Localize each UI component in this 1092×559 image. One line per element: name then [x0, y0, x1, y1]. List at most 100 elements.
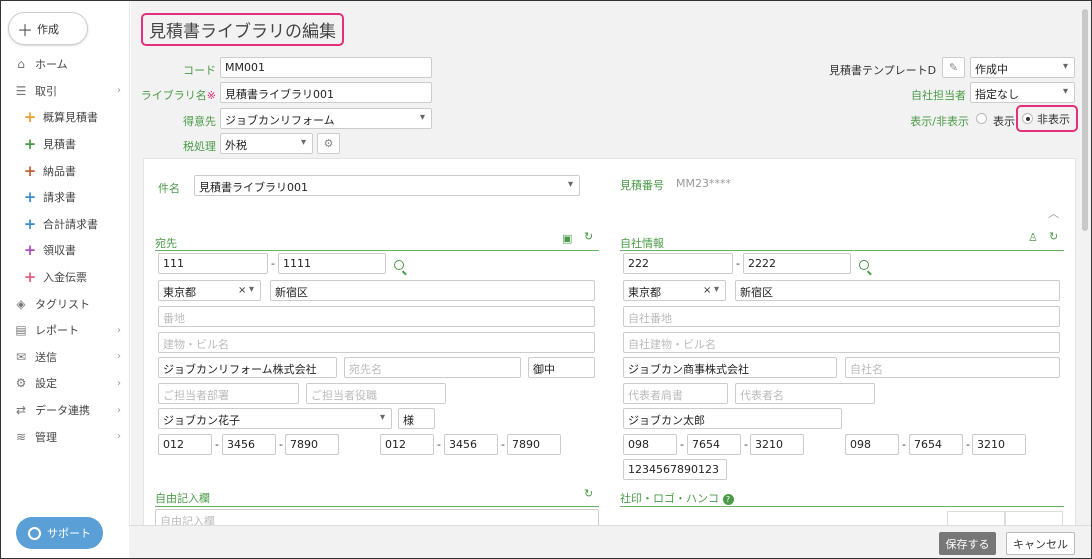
customer-select[interactable]: ジョブカンリフォーム	[220, 108, 432, 129]
chevron-right-icon: ›	[117, 431, 121, 443]
dest-city-input[interactable]: 新宿区	[270, 280, 595, 301]
own-fax2-input[interactable]: 7654	[909, 434, 963, 455]
dest-person-honorific-input[interactable]: 様	[398, 408, 435, 429]
tax-select[interactable]: 外税	[220, 133, 313, 154]
own-address-input[interactable]: 自社番地	[623, 306, 1060, 327]
radio-hide[interactable]	[1022, 113, 1033, 124]
zip-separator: -	[271, 257, 275, 270]
clear-icon[interactable]: ×	[703, 285, 711, 296]
status-select[interactable]: 作成中	[970, 57, 1075, 78]
collapse-icon[interactable]: ︿	[1048, 205, 1059, 221]
sidebar-item-receipt[interactable]: + 領収書	[1, 237, 130, 264]
create-button[interactable]: ＋ 作成	[8, 12, 88, 45]
dest-building-input[interactable]: 建物・ビル名	[158, 332, 595, 353]
help-icon[interactable]: ?	[722, 494, 734, 505]
sidebar-item-invoice[interactable]: + 請求書	[1, 184, 130, 211]
dest-company-input[interactable]: ジョブカンリフォーム株式会社	[158, 357, 337, 378]
dest-fax2-input[interactable]: 3456	[444, 434, 498, 455]
address-card-icon[interactable]: ▣	[562, 232, 572, 245]
sidebar-item-label: データ連携	[35, 404, 90, 418]
dest-name-input[interactable]: 宛先名	[344, 357, 521, 378]
gear-icon: ⚙	[15, 376, 27, 391]
tag-icon: ◈	[16, 296, 26, 311]
sidebar-item-admin[interactable]: ≋ 管理 ›	[1, 423, 130, 450]
visibility-hide-highlight: 非表示	[1016, 105, 1078, 132]
sidebar-item-delivery[interactable]: + 納品書	[1, 157, 130, 184]
plus-icon: +	[23, 268, 37, 287]
scrollbar-thumb[interactable]	[1082, 9, 1088, 231]
sidebar-item-data-sync[interactable]: ⇄ データ連携 ›	[1, 397, 130, 424]
own-rep-input[interactable]: ジョブカン太郎	[623, 408, 842, 429]
own-city-input[interactable]: 新宿区	[735, 280, 1060, 301]
sidebar-item-estimate[interactable]: + 見積書	[1, 131, 130, 158]
owner-select[interactable]: 指定なし	[970, 82, 1075, 103]
own-building-input[interactable]: 自社建物・ビル名	[623, 332, 1060, 353]
template-label: 見積書テンプレートD	[829, 64, 937, 77]
dest-zip2-input[interactable]: 1111	[278, 253, 386, 274]
search-icon[interactable]	[859, 260, 869, 270]
subject-select[interactable]: 見積書ライブラリ001	[194, 175, 580, 196]
dest-dept-input[interactable]: ご担当者部署	[158, 383, 299, 404]
gear-icon: ⚙	[323, 137, 334, 150]
person-icon[interactable]: ♙	[1028, 231, 1038, 244]
search-icon[interactable]	[394, 260, 404, 270]
plus-icon: +	[23, 214, 37, 233]
clear-icon[interactable]: ×	[238, 285, 246, 296]
sidebar-item-transactions[interactable]: ☰ 取引 ›	[1, 78, 130, 105]
dest-person-select[interactable]: ジョブカン花子	[158, 408, 392, 429]
scrollbar[interactable]	[1078, 1, 1091, 558]
support-button[interactable]: サポート	[16, 517, 103, 549]
chevron-right-icon: ›	[117, 85, 121, 97]
refresh-icon[interactable]: ↻	[1049, 230, 1058, 243]
sidebar-item-label: 請求書	[43, 191, 76, 205]
sidebar-item-rough-estimate[interactable]: + 概算見積書	[1, 104, 130, 131]
sidebar-item-report[interactable]: ▤ レポート ›	[1, 317, 130, 344]
own-zip1-input[interactable]: 222	[623, 253, 733, 274]
dest-tel3-input[interactable]: 7890	[285, 434, 339, 455]
sidebar: ＋ 作成 ⌂ ホーム ☰ 取引 › + 概算見積書 + 見積書 + 納品書 + 請求書 + 合計…	[1, 1, 130, 558]
chevron-right-icon: ›	[117, 324, 121, 336]
dest-address-input[interactable]: 番地	[158, 306, 595, 327]
refresh-icon[interactable]: ↻	[584, 230, 593, 243]
sidebar-item-payment[interactable]: + 入金伝票	[1, 264, 130, 291]
tax-settings-button[interactable]: ⚙	[317, 133, 340, 154]
own-registration-input[interactable]: 1234567890123	[623, 459, 727, 480]
dest-zip1-input[interactable]: 111	[158, 253, 268, 274]
own-rep-name-input[interactable]: 代表者名	[735, 383, 875, 404]
own-fax3-input[interactable]: 3210	[972, 434, 1026, 455]
code-input[interactable]: MM001	[220, 57, 432, 78]
sidebar-item-label: 設定	[35, 377, 57, 391]
own-tel1-input[interactable]: 098	[623, 434, 677, 455]
refresh-icon[interactable]: ↻	[584, 487, 593, 500]
save-button[interactable]: 保存する	[939, 532, 996, 555]
dest-fax3-input[interactable]: 7890	[507, 434, 561, 455]
dest-fax1-input[interactable]: 012	[380, 434, 434, 455]
dest-honorific-input[interactable]: 御中	[528, 357, 595, 378]
own-fax1-input[interactable]: 098	[845, 434, 899, 455]
stamp-title: 社印・ロゴ・ハンコ ?	[620, 490, 734, 506]
own-zip2-input[interactable]: 2222	[743, 253, 851, 274]
cancel-button[interactable]: キャンセル	[1006, 532, 1075, 555]
sidebar-item-label: ホーム	[35, 58, 68, 72]
own-info-divider	[620, 250, 1064, 251]
sidebar-item-taglist[interactable]: ◈ タグリスト	[1, 290, 130, 317]
dest-position-input[interactable]: ご担当者役職	[306, 383, 446, 404]
own-rep-title-input[interactable]: 代表者肩書	[623, 383, 728, 404]
sidebar-item-send[interactable]: ✉ 送信 ›	[1, 344, 130, 371]
radio-show[interactable]	[976, 113, 987, 124]
sidebar-item-home[interactable]: ⌂ ホーム	[1, 51, 130, 78]
plus-icon: +	[23, 135, 37, 154]
own-name-input[interactable]: 自社名	[845, 357, 1060, 378]
dest-tel1-input[interactable]: 012	[158, 434, 212, 455]
dest-tel2-input[interactable]: 3456	[222, 434, 276, 455]
own-company-input[interactable]: ジョブカン商事株式会社	[623, 357, 837, 378]
library-name-input[interactable]: 見積書ライブラリ001	[220, 82, 432, 103]
edit-template-button[interactable]: ✎	[942, 57, 965, 78]
sidebar-item-total-invoice[interactable]: + 合計請求書	[1, 211, 130, 238]
own-tel2-input[interactable]: 7654	[687, 434, 741, 455]
sidebar-item-settings[interactable]: ⚙ 設定 ›	[1, 370, 130, 397]
sidebar-item-label: 概算見積書	[43, 111, 98, 125]
sidebar-item-label: タグリスト	[35, 297, 90, 311]
own-tel3-input[interactable]: 3210	[750, 434, 804, 455]
visibility-label: 表示/非表示	[910, 115, 969, 128]
